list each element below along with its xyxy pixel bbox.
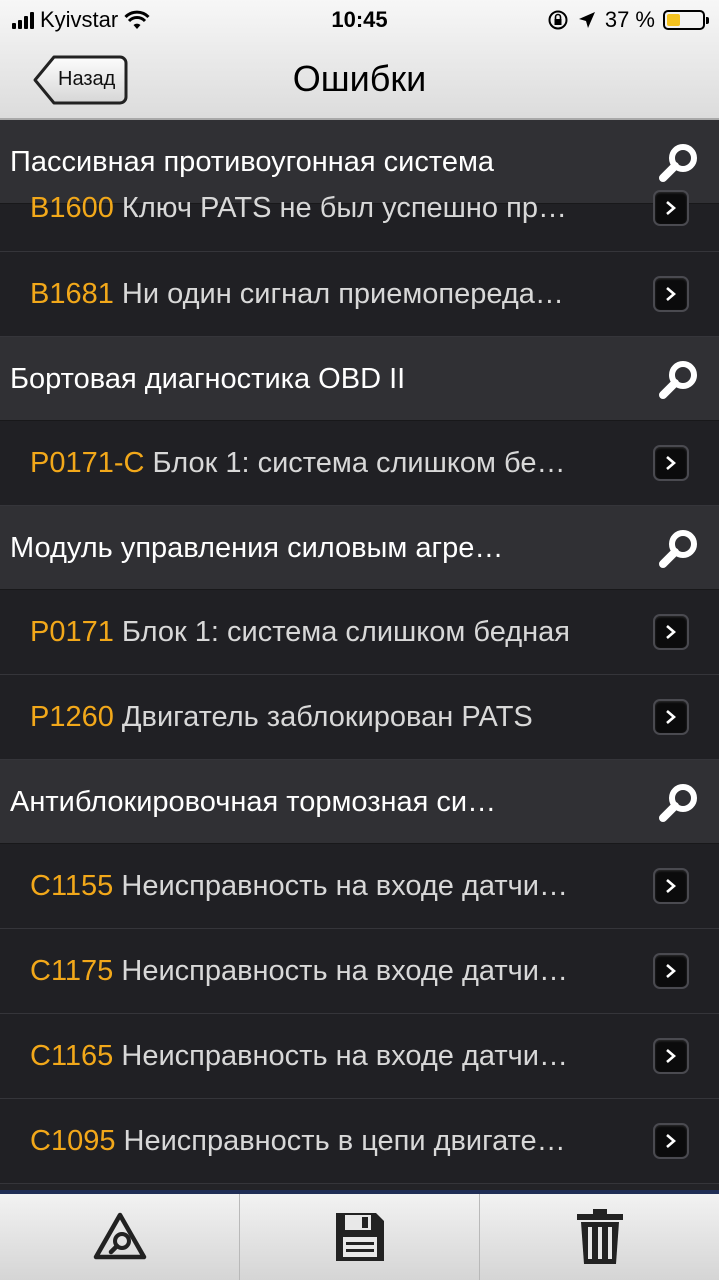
- search-icon[interactable]: [657, 528, 701, 568]
- section-title: Бортовая диагностика OBD II: [10, 363, 406, 395]
- trash-icon: [576, 1209, 623, 1264]
- error-code: C1095: [30, 1125, 116, 1157]
- error-code: B1681: [30, 278, 114, 310]
- error-row[interactable]: C1175 Неисправность на входе датчи…: [0, 929, 719, 1014]
- error-text: C1165 Неисправность на входе датчи…: [30, 1040, 568, 1073]
- error-code: C1155: [30, 870, 114, 902]
- error-text: P0171-C Блок 1: система слишком бе…: [30, 447, 565, 480]
- section-title: Пассивная противоугонная система: [10, 146, 495, 178]
- search-icon[interactable]: [657, 782, 701, 822]
- error-row[interactable]: B1681 Ни один сигнал приемопереда…: [0, 252, 719, 337]
- section-header-abs: Антиблокировочная тормозная си…: [0, 760, 719, 844]
- error-row[interactable]: P1260 Двигатель заблокирован PATS: [0, 675, 719, 760]
- error-text: C1175 Неисправность на входе датчи…: [30, 955, 568, 988]
- chevron-right-icon[interactable]: [653, 1038, 689, 1074]
- error-list[interactable]: Пассивная противоугонная система B1600 К…: [0, 120, 719, 1190]
- page-title: Ошибки: [292, 58, 427, 99]
- error-description: Неисправность на входе датчи…: [121, 1040, 568, 1072]
- save-button[interactable]: [240, 1194, 480, 1280]
- search-icon[interactable]: [657, 359, 701, 399]
- error-row[interactable]: P0171 Блок 1: система слишком бедная: [0, 590, 719, 675]
- error-code: P0171-C: [30, 447, 145, 479]
- location-arrow-icon: [578, 12, 595, 28]
- bottom-toolbar: [0, 1194, 719, 1280]
- chevron-right-icon[interactable]: [653, 1123, 689, 1159]
- error-text: B1600 Ключ PATS не был успешно пр…: [30, 192, 567, 225]
- battery-icon: [663, 10, 709, 30]
- error-list-content: Пассивная противоугонная система B1600 К…: [0, 120, 719, 1184]
- error-text: P1260 Двигатель заблокирован PATS: [30, 701, 533, 734]
- error-text: C1095 Неисправность в цепи двигате…: [30, 1125, 566, 1158]
- orientation-lock-icon: [548, 10, 568, 30]
- error-text: P0171 Блок 1: система слишком бедная: [30, 616, 570, 649]
- save-icon: [335, 1213, 384, 1261]
- chevron-right-icon[interactable]: [653, 868, 689, 904]
- status-bar: Kyivstar 10:45 37 %: [0, 0, 719, 40]
- error-description: Неисправность на входе датчи…: [121, 870, 568, 902]
- chevron-right-icon[interactable]: [653, 190, 689, 226]
- chevron-right-icon[interactable]: [653, 276, 689, 312]
- error-description: Неисправность в цепи двигате…: [123, 1125, 566, 1157]
- delete-button[interactable]: [480, 1194, 719, 1280]
- error-row[interactable]: B1600 Ключ PATS не был успешно пр…: [0, 190, 719, 252]
- diagnose-button[interactable]: [0, 1194, 240, 1280]
- error-row[interactable]: P0171-C Блок 1: система слишком бе…: [0, 421, 719, 506]
- error-code: C1165: [30, 1040, 114, 1072]
- error-text: C1155 Неисправность на входе датчи…: [30, 870, 568, 903]
- chevron-right-icon[interactable]: [653, 445, 689, 481]
- search-icon[interactable]: [657, 142, 701, 182]
- chevron-right-icon[interactable]: [653, 614, 689, 650]
- error-text: B1681 Ни один сигнал приемопереда…: [30, 278, 564, 311]
- section-title: Модуль управления силовым агре…: [10, 532, 504, 564]
- section-title: Антиблокировочная тормозная си…: [10, 786, 497, 818]
- battery-percent: 37 %: [604, 7, 655, 32]
- section-header-obd: Бортовая диагностика OBD II: [0, 337, 719, 421]
- chevron-right-icon[interactable]: [653, 699, 689, 735]
- error-code: P0171: [30, 616, 114, 648]
- error-code: C1175: [30, 955, 114, 987]
- error-row[interactable]: C1155 Неисправность на входе датчи…: [0, 844, 719, 929]
- status-right: 37 %: [547, 7, 709, 33]
- warning-search-icon: [93, 1212, 146, 1260]
- error-description: Неисправность на входе датчи…: [121, 955, 568, 987]
- error-description: Ключ PATS не был успешно пр…: [121, 192, 567, 224]
- error-description: Блок 1: система слишком бе…: [152, 447, 566, 479]
- error-code: B1600: [30, 192, 114, 224]
- top-bar: Kyivstar 10:45 37 % Назад Ошибки: [0, 0, 719, 120]
- error-row[interactable]: C1165 Неисправность на входе датчи…: [0, 1014, 719, 1099]
- chevron-right-icon[interactable]: [653, 953, 689, 989]
- error-row[interactable]: C1095 Неисправность в цепи двигате…: [0, 1099, 719, 1184]
- section-header-pcm: Модуль управления силовым агре…: [0, 506, 719, 590]
- error-description: Ни один сигнал приемопереда…: [121, 278, 564, 310]
- error-code: P1260: [30, 701, 114, 733]
- error-description: Блок 1: система слишком бедная: [121, 616, 570, 648]
- error-description: Двигатель заблокирован PATS: [121, 701, 533, 733]
